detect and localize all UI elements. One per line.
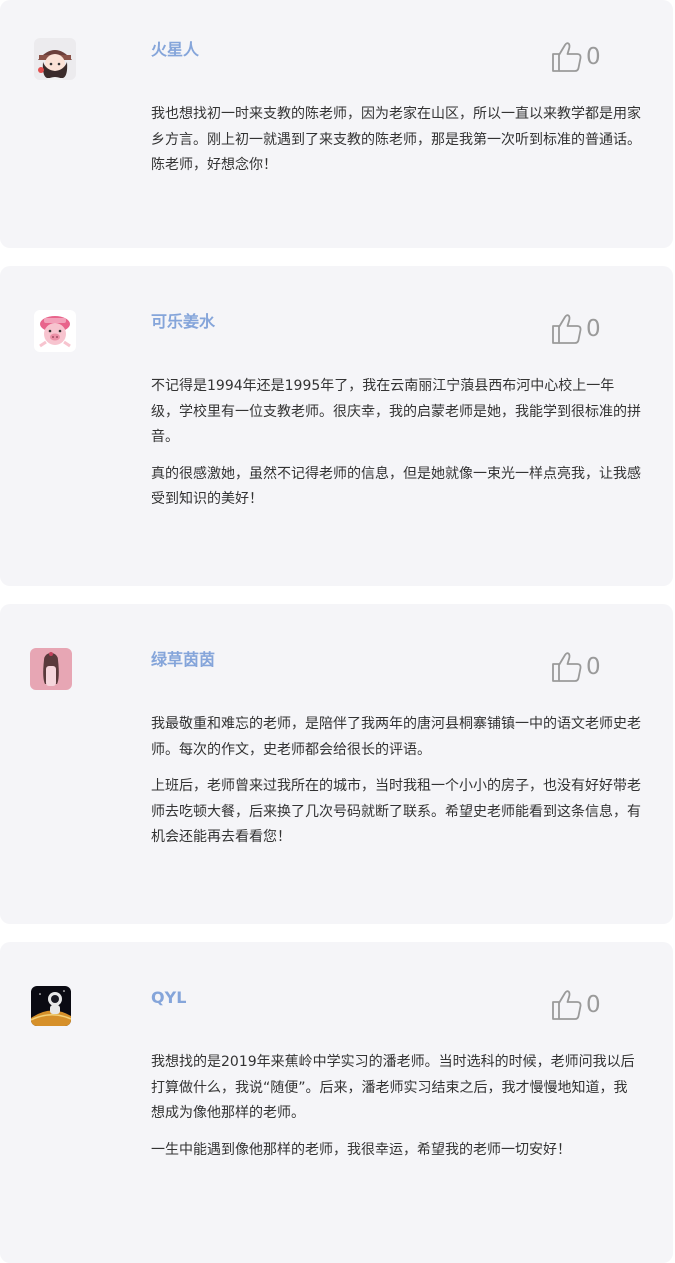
- comment-body: 我想找的是2019年来蕉岭中学实习的潘老师。当时选科的时候，老师问我以后打算做什…: [151, 1050, 641, 1174]
- like-count: 0: [586, 992, 601, 1018]
- like-button[interactable]: 0: [550, 986, 601, 1024]
- comment-card: QYL 0 我想找的是2019年来蕉岭中学实习的潘老师。当时选科的时候，老师问我…: [0, 942, 673, 1263]
- comment-body: 不记得是1994年还是1995年了，我在云南丽江宁蒗县西布河中心校上一年级，学校…: [151, 374, 641, 524]
- comment-paragraph: 真的很感激她，虽然不记得老师的信息，但是她就像一束光一样点亮我，让我感受到知识的…: [151, 465, 641, 508]
- commenter-name: 火星人: [151, 40, 200, 59]
- commenter-name: 可乐姜水: [151, 312, 216, 331]
- thumbs-up-icon: [550, 40, 584, 74]
- commenter-name: 绿草茵茵: [151, 650, 216, 669]
- girl-hat-avatar[interactable]: [34, 38, 76, 80]
- thumbs-up-icon: [550, 650, 584, 684]
- pink-pig-avatar[interactable]: [34, 310, 76, 352]
- thumbs-up-icon: [550, 988, 584, 1022]
- like-count: 0: [586, 44, 601, 70]
- comment-card: 火星人 0 我也想找初一时来支教的陈老师，因为老家在山区，所以一直以来教学都是用…: [0, 0, 673, 248]
- comment-paragraph: 我想找的是2019年来蕉岭中学实习的潘老师。当时选科的时候，老师问我以后打算做什…: [151, 1054, 635, 1121]
- comment-card: 可乐姜水 0 不记得是1994年还是1995年了，我在云南丽江宁蒗县西布河中心校…: [0, 266, 673, 586]
- like-count: 0: [586, 654, 601, 680]
- comment-paragraph: 我也想找初一时来支教的陈老师，因为老家在山区，所以一直以来教学都是用家乡方言。刚…: [151, 106, 641, 173]
- comment-paragraph: 我最敬重和难忘的老师，是陪伴了我两年的唐河县桐寨铺镇一中的语文老师史老师。每次的…: [151, 716, 641, 758]
- like-count: 0: [586, 316, 601, 342]
- comment-paragraph: 上班后，老师曾来过我所在的城市，当时我租一个小小的房子，也没有好好带老师去吃顿大…: [151, 778, 641, 845]
- comment-body: 我最敬重和难忘的老师，是陪伴了我两年的唐河县桐寨铺镇一中的语文老师史老师。每次的…: [151, 712, 641, 862]
- comment-paragraph: 不记得是1994年还是1995年了，我在云南丽江宁蒗县西布河中心校上一年级，学校…: [151, 378, 641, 445]
- commenter-name: QYL: [151, 988, 187, 1007]
- like-button[interactable]: 0: [550, 648, 601, 686]
- astronaut-avatar[interactable]: [31, 986, 71, 1026]
- girl-long-hair-avatar[interactable]: [30, 648, 72, 690]
- like-button[interactable]: 0: [550, 38, 601, 76]
- thumbs-up-icon: [550, 312, 584, 346]
- comment-body: 我也想找初一时来支教的陈老师，因为老家在山区，所以一直以来教学都是用家乡方言。刚…: [151, 102, 641, 190]
- comment-card: 绿草茵茵 0 我最敬重和难忘的老师，是陪伴了我两年的唐河县桐寨铺镇一中的语文老师…: [0, 604, 673, 924]
- like-button[interactable]: 0: [550, 310, 601, 348]
- comment-paragraph: 一生中能遇到像他那样的老师，我很幸运，希望我的老师一切安好！: [151, 1141, 571, 1158]
